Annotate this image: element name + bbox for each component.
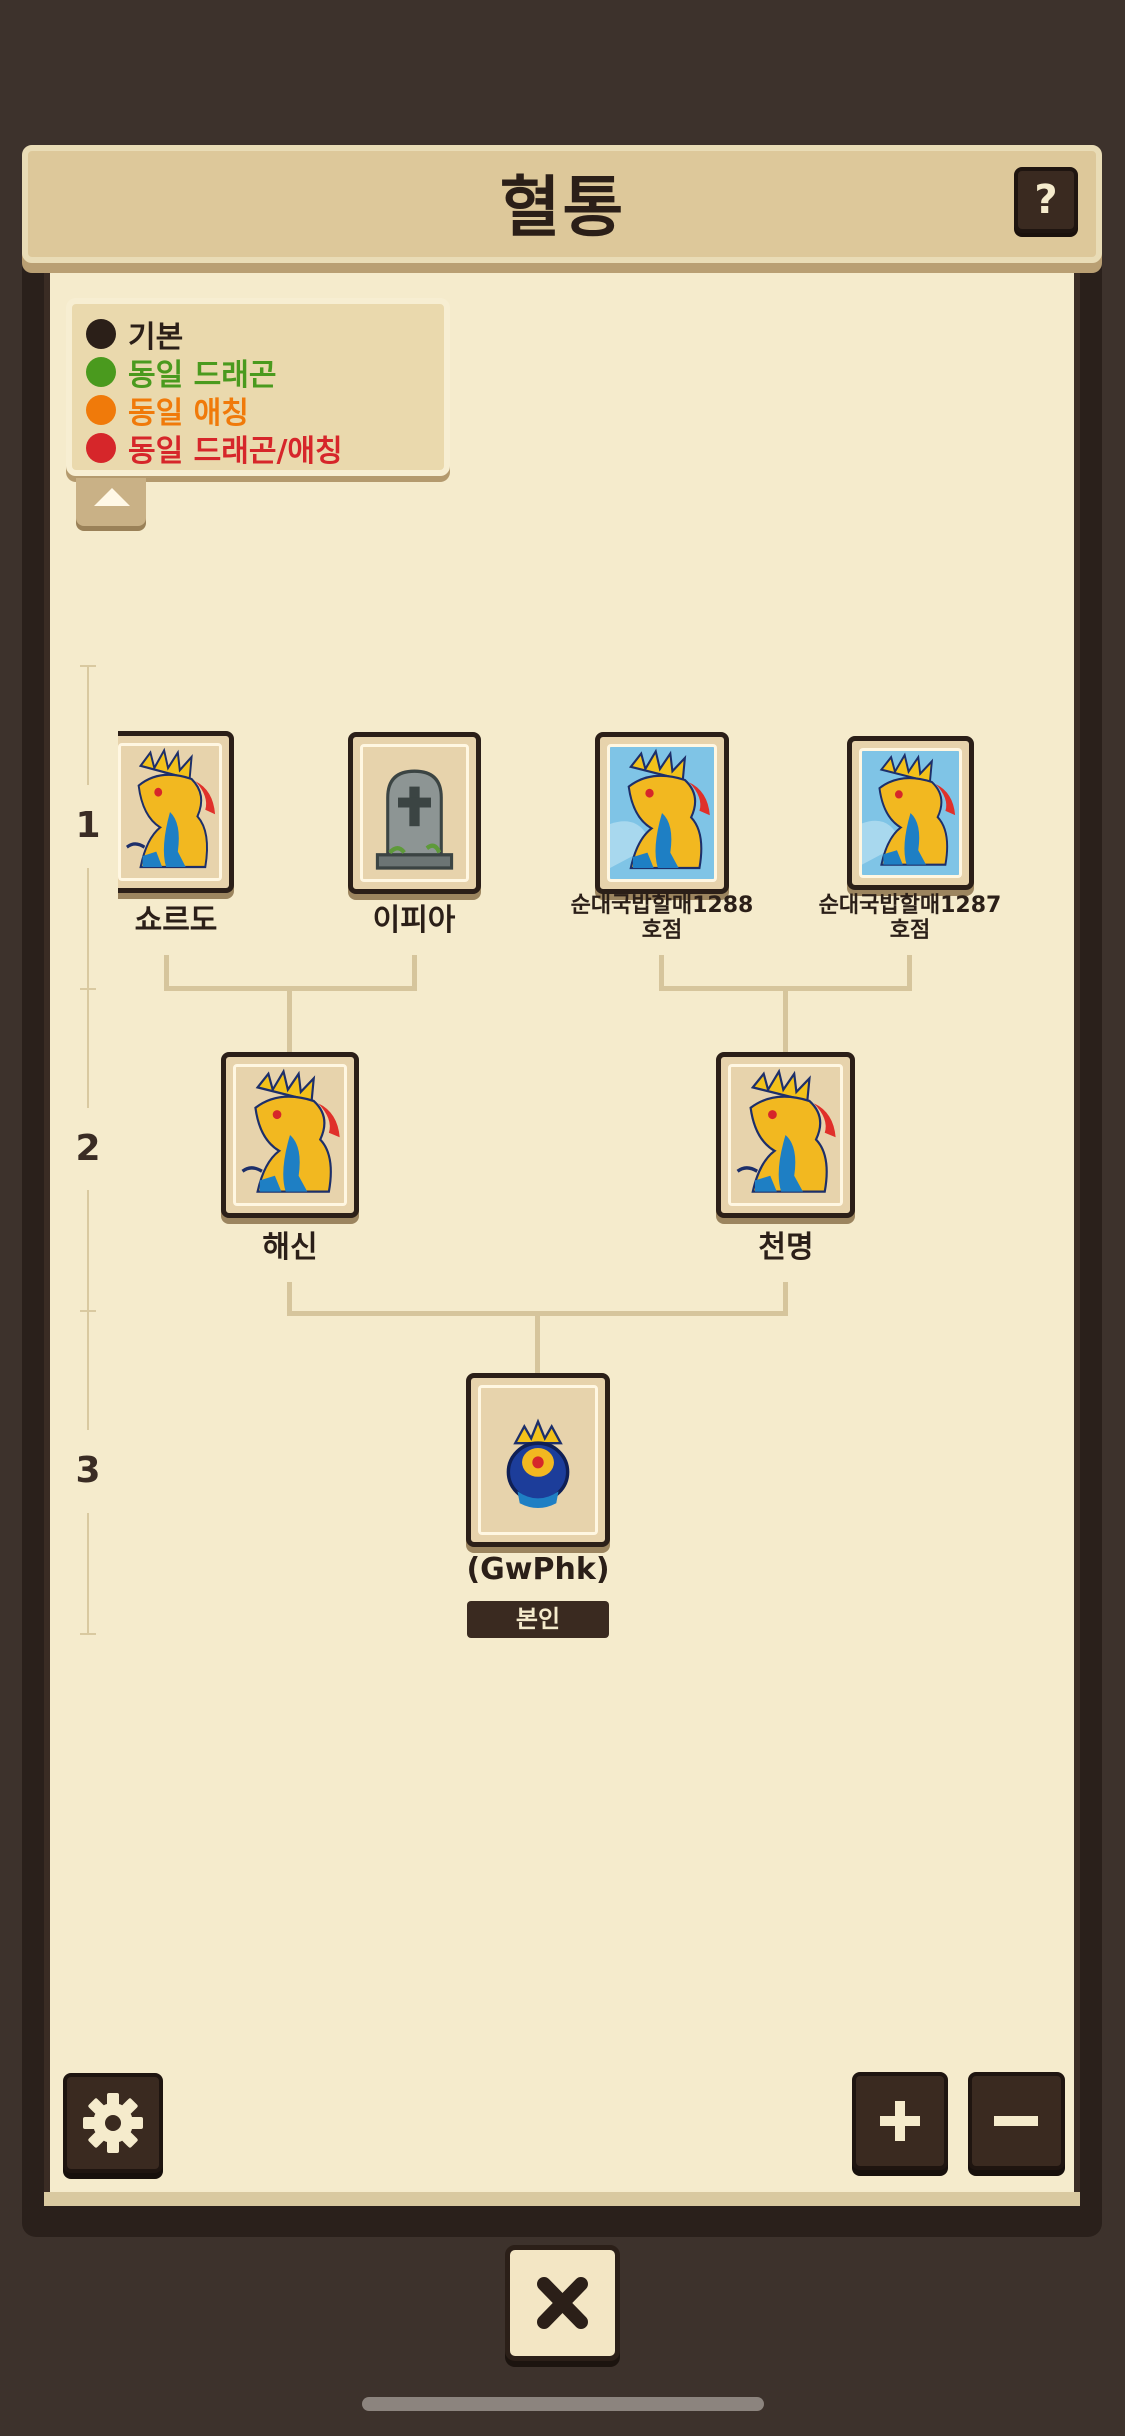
lineage-panel <box>44 270 1080 2205</box>
legend-label: 동일 드래곤/애칭 <box>128 434 343 469</box>
dragon-portrait <box>236 1067 344 1203</box>
dragon-card[interactable] <box>847 736 974 890</box>
axis-line <box>87 665 89 785</box>
axis-line <box>87 868 89 988</box>
close-button[interactable] <box>505 2245 620 2361</box>
self-dragon-card[interactable] <box>466 1373 610 1547</box>
self-badge: 본인 <box>467 1601 609 1638</box>
dragon-name: 쇼르도 <box>134 903 218 938</box>
generation-label: 1 <box>75 805 101 846</box>
legend: 기본 동일 드래곤 동일 애칭 동일 드래곤/애칭 <box>66 298 450 476</box>
help-button[interactable]: ? <box>1014 167 1078 233</box>
tree-connector <box>535 1311 540 1373</box>
chevron-up-icon <box>94 488 130 506</box>
dot-icon <box>86 433 116 463</box>
zoom-out-button[interactable] <box>968 2072 1065 2170</box>
settings-button[interactable] <box>63 2073 163 2173</box>
home-indicator[interactable] <box>362 2397 764 2411</box>
dragon-card[interactable] <box>716 1052 855 1218</box>
dragon-card[interactable] <box>595 732 729 894</box>
dragon-portrait <box>731 1067 840 1203</box>
legend-item-same-both: 동일 드래곤/애칭 <box>86 428 343 469</box>
dragon-card[interactable] <box>348 732 481 894</box>
dot-icon <box>86 357 116 387</box>
gear-icon <box>83 2093 143 2153</box>
dragon-name: 천명 <box>758 1230 814 1265</box>
axis-line <box>87 988 89 1108</box>
minus-icon <box>994 2116 1038 2126</box>
legend-item-same-dragon: 동일 드래곤 <box>86 352 276 393</box>
self-dragon-name: (GwPhk) <box>466 1552 610 1587</box>
dragon-name: 해신 <box>262 1230 318 1265</box>
tree-connector <box>783 986 788 1052</box>
zoom-in-button[interactable] <box>852 2072 948 2170</box>
dragon-portrait <box>862 751 959 875</box>
dragon-card[interactable] <box>221 1052 359 1218</box>
close-icon <box>537 2277 588 2329</box>
dragon-name: 순대국밥할매1287 <box>818 893 1002 918</box>
dragon-portrait <box>481 1388 595 1532</box>
dragon-name: 호점 <box>641 918 683 943</box>
axis-line <box>87 1190 89 1310</box>
page-title: 혈통 <box>499 169 626 246</box>
dragon-card[interactable] <box>118 731 234 893</box>
legend-item-basic: 기본 <box>86 314 183 355</box>
axis-tick <box>80 1633 96 1635</box>
dot-icon <box>86 395 116 425</box>
tombstone-icon <box>363 747 466 879</box>
dragon-name: 순대국밥할매1288 <box>570 893 754 918</box>
generation-label: 2 <box>75 1128 101 1169</box>
dot-icon <box>86 319 116 349</box>
tree-connector <box>287 986 292 1052</box>
axis-line <box>87 1310 89 1430</box>
dragon-name: 호점 <box>889 918 931 943</box>
generation-label: 3 <box>75 1450 101 1491</box>
legend-item-same-nickname: 동일 애칭 <box>86 390 249 431</box>
dragon-name: 이피아 <box>372 903 456 938</box>
panel-bottom-edge <box>44 2192 1080 2206</box>
plus-icon-bar <box>895 2101 905 2141</box>
dragon-portrait <box>121 746 219 878</box>
axis-line <box>87 1513 89 1633</box>
dragon-portrait <box>610 747 714 879</box>
